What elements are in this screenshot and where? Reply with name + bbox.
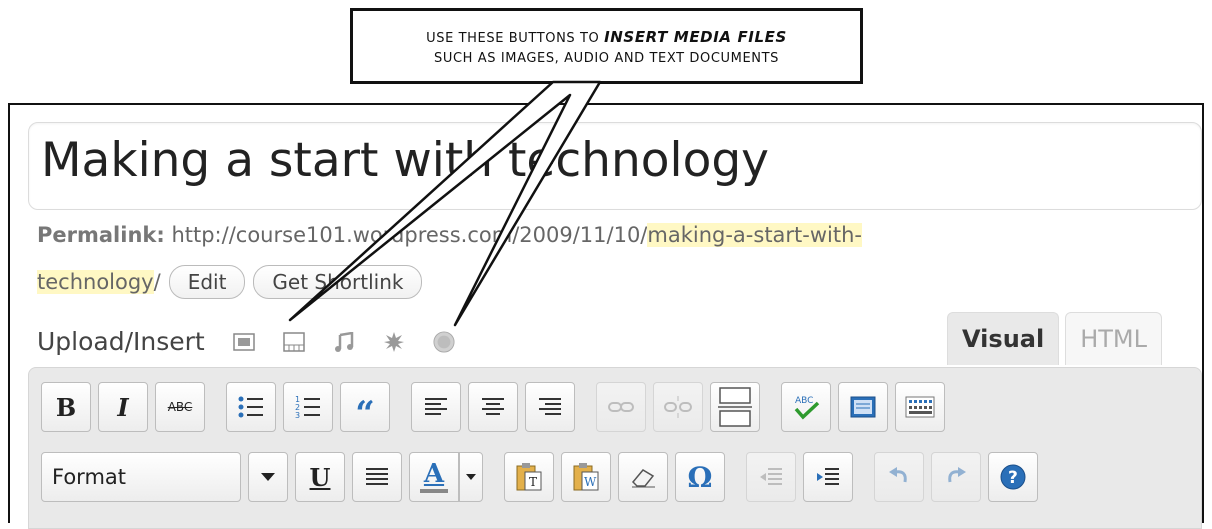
- unlink-button[interactable]: [653, 382, 703, 432]
- underline-button[interactable]: U: [295, 452, 345, 502]
- permalink-slug-1: making-a-start-with-: [647, 223, 862, 247]
- paste-text-button[interactable]: T: [504, 452, 554, 502]
- tab-visual[interactable]: Visual: [947, 312, 1060, 365]
- unlink-icon: [664, 396, 692, 418]
- other-media-icon[interactable]: [433, 330, 455, 353]
- callout-line2: such as images, audio and text documents: [433, 51, 779, 66]
- more-tag-icon: [718, 387, 752, 427]
- callout-line1: Use these buttons to insert media files: [353, 27, 860, 49]
- fullscreen-button[interactable]: [838, 382, 888, 432]
- post-title-input[interactable]: Making a start with technology: [28, 122, 1202, 210]
- svg-text:T: T: [529, 475, 537, 489]
- svg-text:W: W: [584, 475, 597, 489]
- unordered-list-icon: [238, 396, 263, 418]
- align-right-icon: [539, 398, 561, 415]
- blockquote-icon: “: [355, 394, 375, 434]
- video-icon[interactable]: [282, 331, 305, 353]
- get-shortlink-button[interactable]: Get Shortlink: [253, 265, 423, 299]
- bold-label: B: [55, 392, 77, 422]
- post-title-text: Making a start with technology: [41, 133, 769, 188]
- editor-tabs: Visual HTML: [941, 312, 1162, 365]
- align-center-icon: [482, 398, 504, 415]
- blockquote-button[interactable]: “: [340, 382, 390, 432]
- ordered-list-icon: 123: [295, 395, 320, 420]
- paste-text-icon: T: [516, 463, 542, 491]
- media-icon[interactable]: [383, 331, 405, 353]
- help-button[interactable]: ?: [988, 452, 1038, 502]
- fullscreen-icon: [850, 396, 876, 418]
- spellcheck-icon: ABC: [794, 396, 820, 420]
- redo-icon: [948, 467, 966, 483]
- undo-button[interactable]: [874, 452, 924, 502]
- indent-icon: [817, 468, 839, 485]
- svg-text:3: 3: [295, 411, 300, 420]
- svg-text:ABC: ABC: [795, 396, 813, 406]
- image-icon[interactable]: [232, 331, 255, 353]
- align-right-button[interactable]: [525, 382, 575, 432]
- permalink-label: Permalink:: [37, 223, 165, 247]
- permalink-slug-2: technology: [37, 270, 154, 294]
- text-color-dropdown[interactable]: [459, 452, 483, 502]
- special-character-button[interactable]: Ω: [675, 452, 725, 502]
- undo-icon: [889, 467, 907, 483]
- svg-text:?: ?: [1008, 468, 1018, 488]
- permalink-base-url: http://course101.wordpress.com/2009/11/1…: [171, 223, 648, 247]
- strikethrough-button[interactable]: ABC: [155, 382, 205, 432]
- paste-word-button[interactable]: W: [561, 452, 611, 502]
- kitchen-sink-button[interactable]: [895, 382, 945, 432]
- justify-button[interactable]: [352, 452, 402, 502]
- insert-more-button[interactable]: [710, 382, 760, 432]
- redo-button[interactable]: [931, 452, 981, 502]
- italic-button[interactable]: I: [98, 382, 148, 432]
- callout-emphasis: insert media files: [604, 28, 787, 46]
- spellcheck-button[interactable]: ABC: [781, 382, 831, 432]
- text-color-label: A: [423, 459, 445, 489]
- ordered-list-button[interactable]: 123: [283, 382, 333, 432]
- chevron-down-icon: [466, 474, 476, 480]
- indent-button[interactable]: [803, 452, 853, 502]
- outdent-icon: [760, 468, 782, 485]
- insert-link-button[interactable]: [596, 382, 646, 432]
- upload-insert-label: Upload/Insert: [37, 327, 205, 356]
- align-left-button[interactable]: [411, 382, 461, 432]
- justify-icon: [366, 468, 388, 485]
- unordered-list-button[interactable]: [226, 382, 276, 432]
- text-color-swatch: [420, 489, 448, 493]
- permalink-row: Permalink: http://course101.wordpress.co…: [37, 223, 862, 247]
- paste-word-icon: W: [573, 463, 599, 491]
- kitchen-sink-icon: [905, 396, 935, 418]
- align-left-icon: [425, 398, 447, 415]
- chevron-down-icon: [261, 473, 275, 481]
- callout-line1-prefix: Use these buttons to: [426, 31, 605, 46]
- help-icon: ?: [1000, 464, 1026, 490]
- tab-html[interactable]: HTML: [1065, 312, 1162, 365]
- underline-label: U: [309, 462, 331, 492]
- bold-button[interactable]: B: [41, 382, 91, 432]
- toolbar-row-1: B I ABC 123 “ ABC: [41, 382, 952, 432]
- format-dropdown-arrow[interactable]: [248, 452, 288, 502]
- outdent-button[interactable]: [746, 452, 796, 502]
- permalink-row-2: technology / Edit Get Shortlink: [37, 265, 423, 299]
- text-color-button[interactable]: A: [409, 452, 459, 502]
- omega-icon: Ω: [687, 460, 713, 494]
- upload-insert-row: Upload/Insert: [37, 327, 455, 356]
- eraser-icon: [631, 469, 655, 488]
- italic-label: I: [117, 392, 129, 422]
- audio-icon[interactable]: [333, 331, 355, 353]
- strikethrough-label: ABC: [167, 400, 193, 414]
- text-color-icon: A: [420, 461, 448, 493]
- post-editor-frame: Making a start with technology Permalink…: [8, 103, 1204, 529]
- remove-format-button[interactable]: [618, 452, 668, 502]
- format-select[interactable]: Format: [41, 452, 241, 502]
- permalink-edit-button[interactable]: Edit: [168, 265, 246, 299]
- toolbar-row-2: Format U A T W Ω ?: [41, 452, 1045, 502]
- editor-toolbar: B I ABC 123 “ ABC Format U A T W Ω ?: [28, 367, 1202, 529]
- permalink-trailing-slash: /: [153, 270, 161, 294]
- align-center-button[interactable]: [468, 382, 518, 432]
- link-icon: [608, 402, 634, 412]
- annotation-callout: Use these buttons to insert media files …: [350, 8, 863, 84]
